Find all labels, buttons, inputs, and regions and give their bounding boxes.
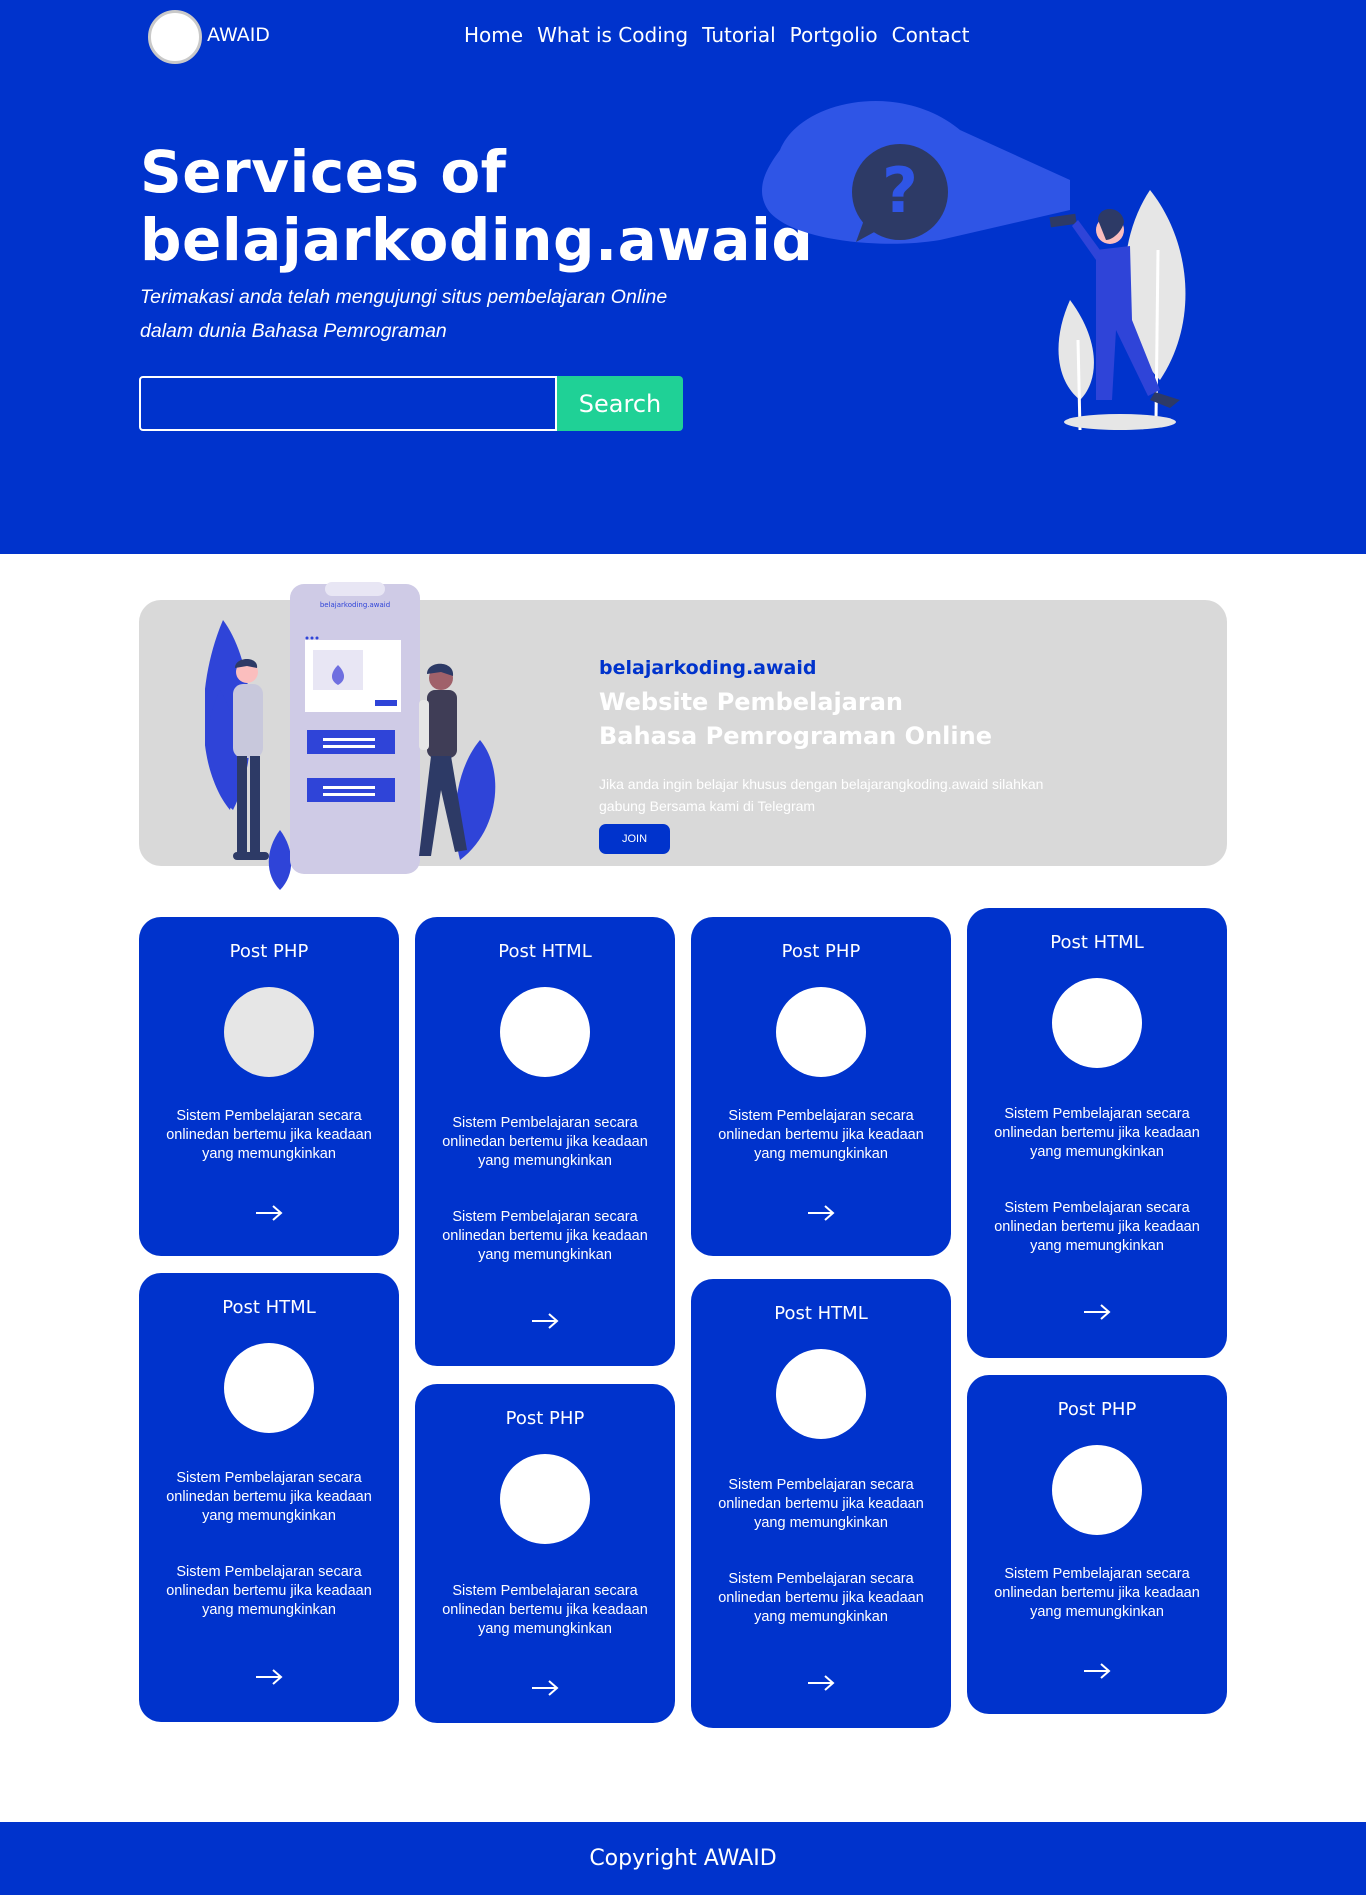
hero-section: AWAID Home What is Coding Tutorial Portg… bbox=[0, 0, 1366, 554]
post-text: Sistem Pembelajaran secara onlinedan ber… bbox=[718, 1108, 924, 1162]
post-card[interactable]: Post PHP Sistem Pembelajaran secara onli… bbox=[691, 917, 951, 1256]
hero-title: Services of belajarkoding.awaid bbox=[140, 138, 814, 274]
nav-item-home[interactable]: Home bbox=[464, 23, 523, 47]
banner-heading-line2: Bahasa Pemrograman Online bbox=[599, 722, 992, 750]
arrow-right-icon[interactable] bbox=[806, 1673, 836, 1693]
post-text: Sistem Pembelajaran secara onlinedan ber… bbox=[166, 1108, 372, 1162]
phone-label: belajarkoding.awaid bbox=[320, 601, 390, 609]
post-thumbnail bbox=[224, 1343, 314, 1433]
nav-item-contact[interactable]: Contact bbox=[892, 23, 970, 47]
hero-subtitle: Terimakasi anda telah mengujungi situs p… bbox=[140, 286, 668, 342]
post-title: Post HTML bbox=[222, 1297, 316, 1318]
post-title: Post PHP bbox=[781, 941, 861, 962]
post-thumbnail bbox=[224, 987, 314, 1077]
nav-menu: Home What is Coding Tutorial Portgolio C… bbox=[464, 23, 969, 47]
post-card[interactable]: Post PHP Sistem Pembelajaran secara onli… bbox=[967, 1375, 1227, 1714]
arrow-right-icon[interactable] bbox=[254, 1203, 284, 1223]
post-text: Sistem Pembelajaran secara onlinedan ber… bbox=[442, 1209, 648, 1263]
logo[interactable] bbox=[148, 10, 202, 64]
post-card[interactable]: Post HTML Sistem Pembelajaran secara onl… bbox=[691, 1279, 951, 1728]
post-text: Sistem Pembelajaran secara onlinedan ber… bbox=[994, 1106, 1200, 1160]
post-title: Post PHP bbox=[505, 1408, 585, 1429]
post-title: Post PHP bbox=[1057, 1399, 1137, 1420]
post-card[interactable]: Post HTML Sistem Pembelajaran secara onl… bbox=[139, 1273, 399, 1722]
post-text: Sistem Pembelajaran secara onlinedan ber… bbox=[166, 1564, 372, 1618]
post-text: Sistem Pembelajaran secara onlinedan ber… bbox=[994, 1566, 1200, 1620]
brand-name[interactable]: AWAID bbox=[207, 24, 270, 46]
post-text: Sistem Pembelajaran secara onlinedan ber… bbox=[718, 1477, 924, 1531]
post-thumbnail bbox=[776, 1349, 866, 1439]
nav-item-portfolio[interactable]: Portgolio bbox=[790, 23, 878, 47]
banner-illustration: belajarkoding.awaid bbox=[205, 582, 496, 890]
post-title: Post HTML bbox=[498, 941, 592, 962]
post-text: Sistem Pembelajaran secara onlinedan ber… bbox=[442, 1583, 648, 1637]
arrow-right-icon[interactable] bbox=[806, 1203, 836, 1223]
banner-heading: Website Pembelajaran Bahasa Pemrograman … bbox=[599, 685, 992, 753]
banner-text: Jika anda ingin belajar khusus dengan be… bbox=[599, 776, 1044, 814]
post-text: Sistem Pembelajaran secara onlinedan ber… bbox=[442, 1115, 648, 1169]
post-text: Sistem Pembelajaran secara onlinedan ber… bbox=[166, 1470, 372, 1524]
arrow-right-icon[interactable] bbox=[530, 1678, 560, 1698]
join-button[interactable]: JOIN bbox=[599, 824, 670, 854]
svg-text:?: ? bbox=[882, 154, 918, 227]
arrow-right-icon[interactable] bbox=[1082, 1661, 1112, 1681]
nav-item-tutorial[interactable]: Tutorial bbox=[702, 23, 776, 47]
post-title: Post HTML bbox=[774, 1303, 868, 1324]
post-thumbnail bbox=[1052, 1445, 1142, 1535]
post-card[interactable]: Post HTML Sistem Pembelajaran secara onl… bbox=[415, 917, 675, 1366]
arrow-right-icon[interactable] bbox=[1082, 1302, 1112, 1322]
banner-heading-line1: Website Pembelajaran bbox=[599, 688, 903, 716]
post-title: Post PHP bbox=[229, 941, 309, 962]
navbar: AWAID Home What is Coding Tutorial Portg… bbox=[0, 0, 1366, 72]
post-text: Sistem Pembelajaran secara onlinedan ber… bbox=[994, 1200, 1200, 1254]
post-card[interactable]: Post HTML Sistem Pembelajaran secara onl… bbox=[967, 908, 1227, 1358]
post-thumbnail bbox=[1052, 978, 1142, 1068]
footer: Copyright AWAID bbox=[0, 1822, 1366, 1895]
search-button[interactable]: Search bbox=[557, 376, 683, 431]
banner-tag: belajarkoding.awaid bbox=[599, 657, 817, 679]
post-title: Post HTML bbox=[1050, 932, 1144, 953]
post-card[interactable]: Post PHP Sistem Pembelajaran secara onli… bbox=[415, 1384, 675, 1723]
hero-illustration: ? bbox=[761, 101, 1186, 431]
post-card[interactable]: Post PHP Sistem Pembelajaran secara onli… bbox=[139, 917, 399, 1256]
nav-item-what-is-coding[interactable]: What is Coding bbox=[537, 23, 688, 47]
copyright-text: Copyright AWAID bbox=[589, 1846, 777, 1871]
post-text: Sistem Pembelajaran secara onlinedan ber… bbox=[718, 1571, 924, 1625]
post-thumbnail bbox=[500, 1454, 590, 1544]
post-thumbnail bbox=[776, 987, 866, 1077]
search-input[interactable] bbox=[139, 376, 557, 431]
post-thumbnail bbox=[500, 987, 590, 1077]
arrow-right-icon[interactable] bbox=[254, 1667, 284, 1687]
arrow-right-icon[interactable] bbox=[530, 1311, 560, 1331]
